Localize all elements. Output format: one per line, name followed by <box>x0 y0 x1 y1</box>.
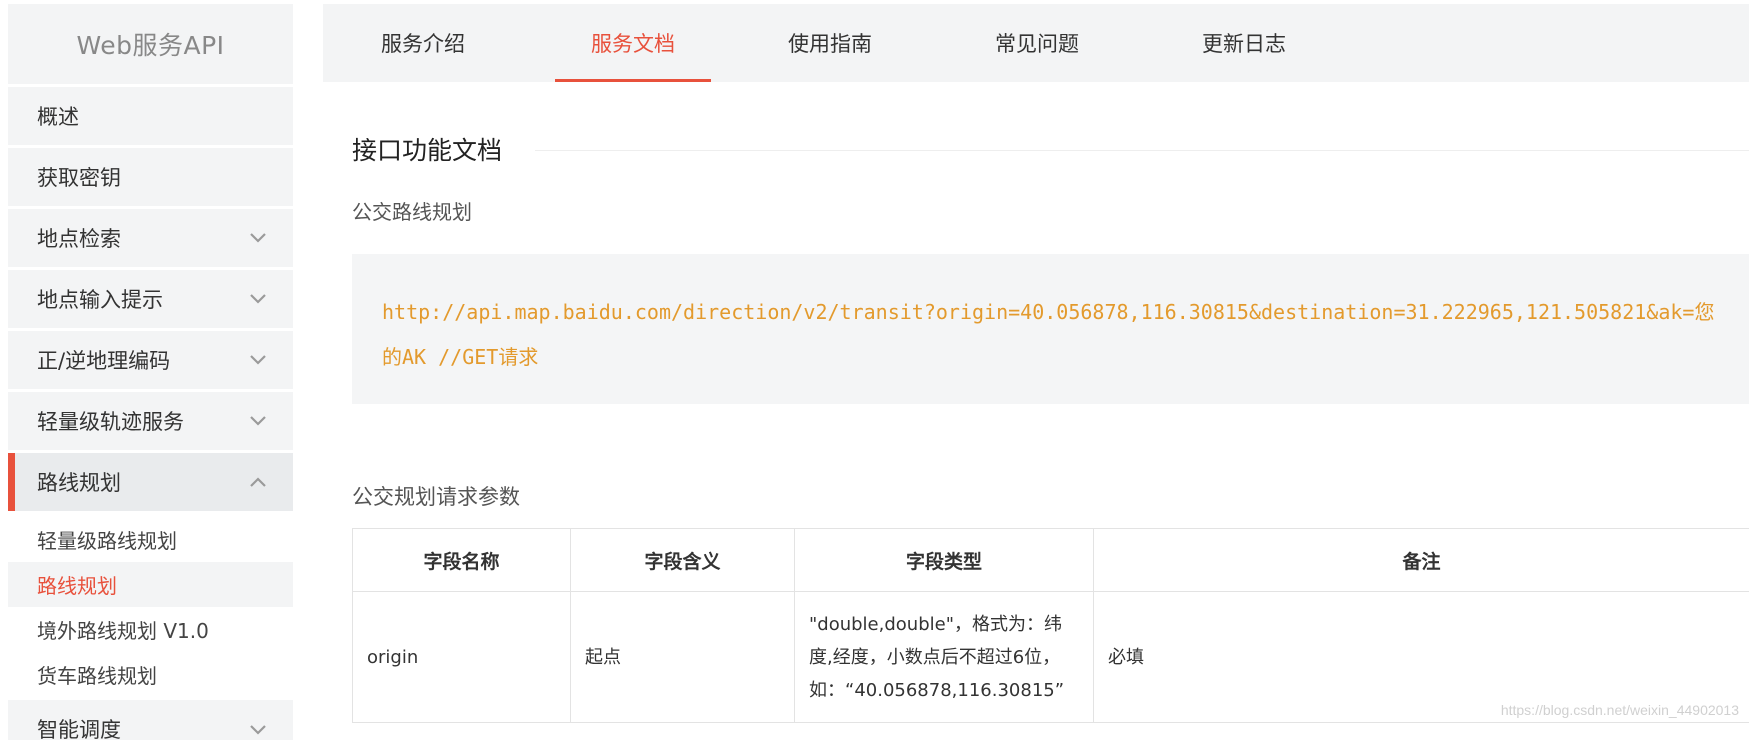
tab-service-intro[interactable]: 服务介绍 <box>345 4 501 82</box>
chevron-down-icon[interactable] <box>249 415 267 427</box>
sidebar-item-smart-dispatch[interactable]: 智能调度 <box>8 700 293 740</box>
tab-service-docs[interactable]: 服务文档 <box>555 4 711 82</box>
chevron-down-icon[interactable] <box>249 293 267 305</box>
sidebar-item-get-key[interactable]: 获取密钥 <box>8 148 293 206</box>
column-header: 字段类型 <box>795 529 1094 592</box>
table-cell: origin <box>353 592 571 723</box>
column-header: 字段含义 <box>571 529 795 592</box>
request-url[interactable]: http://api.map.baidu.com/direction/v2/tr… <box>382 290 1719 380</box>
active-indicator <box>8 453 15 511</box>
section-divider <box>535 150 1749 151</box>
sidebar-item-place-suggestion[interactable]: 地点输入提示 <box>8 270 293 328</box>
sidebar: Web服务API 概述 获取密钥 地点检索 地点输入提示 正/逆地理编码 轻量级… <box>8 4 293 740</box>
subsection-title: 公交路线规划 <box>352 196 472 225</box>
chevron-down-icon[interactable] <box>249 232 267 244</box>
sidebar-item-label: 路线规划 <box>37 467 121 497</box>
sidebar-item-label: 智能调度 <box>37 714 121 740</box>
sidebar-title[interactable]: Web服务API <box>8 4 293 84</box>
sidebar-submenu: 轻量级路线规划 路线规划 境外路线规划 V1.0 货车路线规划 <box>8 511 293 697</box>
table-cell: "double,double"，格式为：纬度,经度，小数点后不超过6位，如：“4… <box>795 592 1094 723</box>
sidebar-subitem-lite-route[interactable]: 轻量级路线规划 <box>8 517 293 562</box>
chevron-up-icon[interactable] <box>249 476 267 488</box>
sidebar-item-geocoding[interactable]: 正/逆地理编码 <box>8 331 293 389</box>
sidebar-item-place-search[interactable]: 地点检索 <box>8 209 293 267</box>
sidebar-item-route-planning[interactable]: 路线规划 <box>8 453 293 511</box>
sidebar-item-label: 地点检索 <box>37 223 121 253</box>
chevron-down-icon[interactable] <box>249 354 267 366</box>
sidebar-item-label: 轻量级轨迹服务 <box>37 406 184 436</box>
sidebar-subitem-overseas-route[interactable]: 境外路线规划 V1.0 <box>8 607 293 652</box>
tab-usage-guide[interactable]: 使用指南 <box>752 4 908 82</box>
sidebar-item-track-service[interactable]: 轻量级轨迹服务 <box>8 392 293 450</box>
tab-bar: 服务介绍 服务文档 使用指南 常见问题 更新日志 <box>323 4 1749 82</box>
sidebar-item-label: 获取密钥 <box>37 162 121 192</box>
params-table: 字段名称 字段含义 字段类型 备注 origin 起点 "double,doub… <box>352 528 1749 723</box>
sidebar-item-label: 概述 <box>37 101 79 131</box>
params-title: 公交规划请求参数 <box>352 481 520 511</box>
table-header-row: 字段名称 字段含义 字段类型 备注 <box>353 529 1749 592</box>
tab-changelog[interactable]: 更新日志 <box>1166 4 1322 82</box>
column-header: 字段名称 <box>353 529 571 592</box>
column-header: 备注 <box>1094 529 1749 592</box>
table-cell: 起点 <box>571 592 795 723</box>
sidebar-item-label: 地点输入提示 <box>37 284 163 314</box>
sidebar-item-label: 正/逆地理编码 <box>37 345 170 375</box>
code-block: http://api.map.baidu.com/direction/v2/tr… <box>352 254 1749 404</box>
sidebar-subitem-truck-route[interactable]: 货车路线规划 <box>8 652 293 697</box>
tab-faq[interactable]: 常见问题 <box>959 4 1115 82</box>
watermark: https://blog.csdn.net/weixin_44902013 <box>1501 702 1739 718</box>
sidebar-item-overview[interactable]: 概述 <box>8 87 293 145</box>
sidebar-subitem-route-planning[interactable]: 路线规划 <box>8 562 293 607</box>
section-title: 接口功能文档 <box>352 131 502 167</box>
